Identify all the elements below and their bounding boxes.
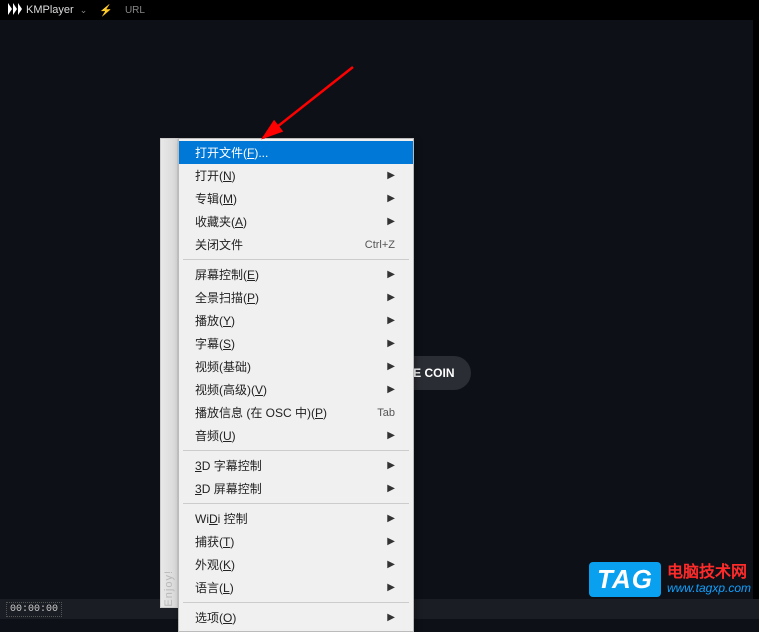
menu-item[interactable]: 视频(基础) ▶ (179, 355, 413, 378)
menu-item-label: 选项(O) (195, 609, 236, 626)
menu-item[interactable]: 选项(O) ▶ (179, 606, 413, 629)
submenu-arrow-icon: ▶ (387, 559, 395, 570)
menu-item[interactable]: 语言(L) ▶ (179, 576, 413, 599)
menu-item[interactable]: 3D 屏幕控制 ▶ (179, 477, 413, 500)
submenu-arrow-icon: ▶ (387, 513, 395, 524)
menu-item-label: 捕获(T) (195, 533, 234, 550)
menu-item[interactable]: 视频(高级)(V) ▶ (179, 378, 413, 401)
timecode: 00:00:00 (6, 602, 62, 617)
watermark-tag: TAG (589, 562, 661, 597)
context-menu: 打开文件(F)... 打开(N) ▶ 专辑(M) ▶ 收藏夹(A) ▶ 关闭文件 Ctrl+Z 屏… (178, 138, 414, 632)
menu-item[interactable]: 屏幕控制(E) ▶ (179, 263, 413, 286)
menu-item[interactable]: 音频(U) ▶ (179, 424, 413, 447)
submenu-arrow-icon: ▶ (387, 536, 395, 547)
submenu-arrow-icon: ▶ (387, 315, 395, 326)
submenu-arrow-icon: ▶ (387, 483, 395, 494)
submenu-arrow-icon: ▶ (387, 216, 395, 227)
watermark-line1: 电脑技术网 (667, 564, 751, 582)
submenu-arrow-icon: ▶ (387, 384, 395, 395)
menu-item-label: 视频(高级)(V) (195, 381, 267, 398)
menu-item-label: 字幕(S) (195, 335, 235, 352)
menu-item[interactable]: 播放(Y) ▶ (179, 309, 413, 332)
app-name[interactable]: KMPlayer (26, 4, 74, 16)
menu-item[interactable]: 外观(K) ▶ (179, 553, 413, 576)
submenu-arrow-icon: ▶ (387, 338, 395, 349)
menu-item-label: 打开文件(F)... (195, 144, 268, 161)
submenu-arrow-icon: ▶ (387, 269, 395, 280)
menu-item[interactable]: WiDi 控制 ▶ (179, 507, 413, 530)
url-label[interactable]: URL (125, 5, 145, 16)
menu-item-label: 全景扫描(P) (195, 289, 259, 306)
menu-item[interactable]: 专辑(M) ▶ (179, 187, 413, 210)
menu-item-label: 视频(基础) (195, 358, 251, 375)
menu-item-label: 收藏夹(A) (195, 213, 247, 230)
side-strip: Enjoy! (160, 138, 178, 608)
menu-separator (183, 259, 409, 260)
menu-separator (183, 450, 409, 451)
menu-item[interactable]: 3D 字幕控制 ▶ (179, 454, 413, 477)
menu-item-label: 播放(Y) (195, 312, 235, 329)
menu-item-label: 播放信息 (在 OSC 中)(P) (195, 404, 327, 421)
submenu-arrow-icon: ▶ (387, 292, 395, 303)
menu-separator (183, 602, 409, 603)
menu-item[interactable]: 捕获(T) ▶ (179, 530, 413, 553)
submenu-arrow-icon: ▶ (387, 460, 395, 471)
menu-item-label: WiDi 控制 (195, 510, 248, 527)
menu-item[interactable]: 全景扫描(P) ▶ (179, 286, 413, 309)
menu-item-shortcut: Tab (377, 407, 395, 419)
menu-item[interactable]: 打开(N) ▶ (179, 164, 413, 187)
submenu-arrow-icon: ▶ (387, 361, 395, 372)
submenu-arrow-icon: ▶ (387, 430, 395, 441)
menu-item-label: 3D 屏幕控制 (195, 480, 262, 497)
menu-item-label: 关闭文件 (195, 236, 243, 253)
app-menu-caret-icon[interactable]: ⌄ (80, 5, 88, 16)
watermark: TAG 电脑技术网 www.tagxp.com (589, 562, 751, 597)
menu-item-label: 屏幕控制(E) (195, 266, 259, 283)
menu-item[interactable]: 播放信息 (在 OSC 中)(P) Tab (179, 401, 413, 424)
right-edge-bar (753, 20, 759, 599)
enjoy-text: Enjoy! (163, 556, 175, 607)
menu-item[interactable]: 字幕(S) ▶ (179, 332, 413, 355)
submenu-arrow-icon: ▶ (387, 612, 395, 623)
menu-item-shortcut: Ctrl+Z (365, 239, 395, 251)
submenu-arrow-icon: ▶ (387, 170, 395, 181)
menu-item-label: 3D 字幕控制 (195, 457, 262, 474)
app-logo-icon (8, 3, 22, 18)
menu-item-label: 音频(U) (195, 427, 236, 444)
menu-item-label: 外观(K) (195, 556, 235, 573)
menu-separator (183, 503, 409, 504)
menu-item-label: 语言(L) (195, 579, 234, 596)
menu-item-label: 打开(N) (195, 167, 236, 184)
submenu-arrow-icon: ▶ (387, 193, 395, 204)
menu-item[interactable]: 收藏夹(A) ▶ (179, 210, 413, 233)
menu-item-label: 专辑(M) (195, 190, 237, 207)
submenu-arrow-icon: ▶ (387, 582, 395, 593)
menu-item[interactable]: 打开文件(F)... (179, 141, 413, 164)
menu-item[interactable]: 关闭文件 Ctrl+Z (179, 233, 413, 256)
bolt-icon[interactable]: ⚡ (99, 4, 113, 17)
watermark-line2: www.tagxp.com (667, 582, 751, 595)
